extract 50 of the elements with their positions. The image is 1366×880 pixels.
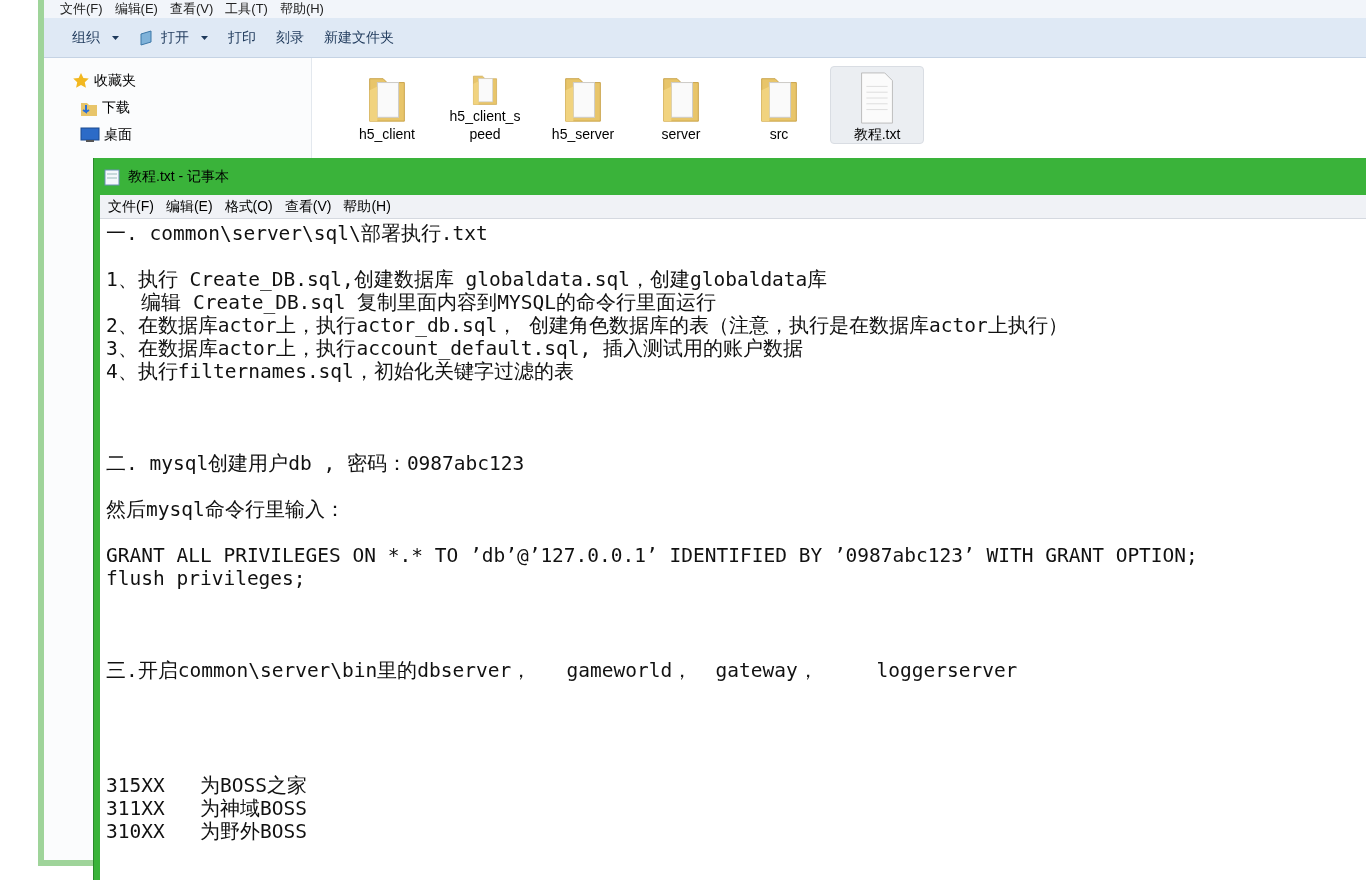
toolbar-button[interactable]: 新建文件夹 — [316, 23, 402, 52]
text-line: 311XX 为神域BOSS — [106, 797, 307, 820]
toolbar-button[interactable]: 刻录 — [268, 23, 312, 52]
file-item[interactable]: h5_client_s peed — [438, 66, 532, 144]
menu-item[interactable]: 查看(V) — [284, 196, 332, 217]
file-item[interactable]: server — [634, 66, 728, 144]
file-item[interactable]: h5_client — [340, 66, 434, 144]
text-line: 三.开启common\server\bin里的dbserver， gameworld， gateway， loggerserver — [106, 659, 1018, 682]
menu-item[interactable]: 帮助(H) — [343, 196, 391, 217]
menu-item[interactable]: 编辑(E) — [114, 0, 158, 19]
notepad-icon — [104, 167, 120, 186]
menu-item[interactable]: 文件(F) — [60, 0, 103, 19]
caret-icon — [201, 35, 208, 40]
text-line: GRANT ALL PRIVILEGES ON *.* TO ’db’@’127.0.0.1’ IDENTIFIED BY ’0987abc123’ WITH GRANT OPTION; — [106, 544, 1198, 567]
toolbar-button[interactable]: 组织 — [64, 23, 127, 52]
text-line: 编辑 Create_DB.sql 复制里面内容到MYSQL的命令行里面运行 — [140, 291, 717, 314]
monitor-icon — [80, 126, 100, 143]
file-item[interactable]: h5_server — [536, 66, 630, 144]
text-line: 315XX 为BOSS之家 — [106, 774, 307, 797]
file-item[interactable]: 教程.txt — [830, 66, 924, 144]
menu-item[interactable]: 帮助(H) — [279, 0, 324, 19]
file-item[interactable]: src — [732, 66, 826, 144]
nav-item[interactable]: 收藏夹 — [72, 70, 311, 91]
text-line: 3、在数据库actor上，执行account_default.sql, 插入测试用的账户数据 — [106, 337, 803, 360]
file-name: h5_client_s peed — [448, 107, 522, 143]
text-line: 2、在数据库actor上，执行actor_db.sql， 创建角色数据库的表（注意，执行是在数据库actor上执行） — [106, 314, 1068, 337]
star-icon — [72, 71, 90, 90]
file-name: server — [660, 125, 702, 143]
text-line: 4、执行filternames.sql，初始化关键字过滤的表 — [106, 360, 574, 383]
nav-item[interactable]: 下载 — [72, 97, 311, 118]
menu-item[interactable]: 编辑(E) — [165, 196, 213, 217]
file-name: h5_client — [357, 125, 416, 143]
text-line: 1、执行 Create_DB.sql,创建数据库 globaldata.sql，创建globaldata库 — [106, 268, 828, 291]
menu-item[interactable]: 格式(O) — [224, 196, 273, 217]
text-line: 一. common\server\sql\部署执行.txt — [106, 222, 488, 245]
toolbar-button[interactable]: 打开 — [131, 23, 216, 52]
nav-item[interactable]: 桌面 — [72, 124, 311, 145]
text-line: 然后mysql命令行里输入： — [106, 498, 345, 521]
text-line: flush privileges; — [106, 567, 306, 590]
file-name: h5_server — [550, 125, 616, 143]
file-name: 教程.txt — [852, 125, 902, 143]
text-line: 310XX 为野外BOSS — [106, 820, 307, 843]
toolbar-button[interactable]: 打印 — [220, 23, 264, 52]
menu-item[interactable]: 文件(F) — [108, 196, 154, 217]
file-name: src — [768, 125, 790, 143]
menu-item[interactable]: 查看(V) — [169, 0, 214, 19]
caret-icon — [112, 35, 119, 40]
menu-item[interactable]: 工具(T) — [225, 0, 268, 19]
window-title: 教程.txt - 记事本 — [128, 167, 230, 186]
text-line: 二. mysql创建用户db , 密码：0987abc123 — [106, 452, 525, 475]
